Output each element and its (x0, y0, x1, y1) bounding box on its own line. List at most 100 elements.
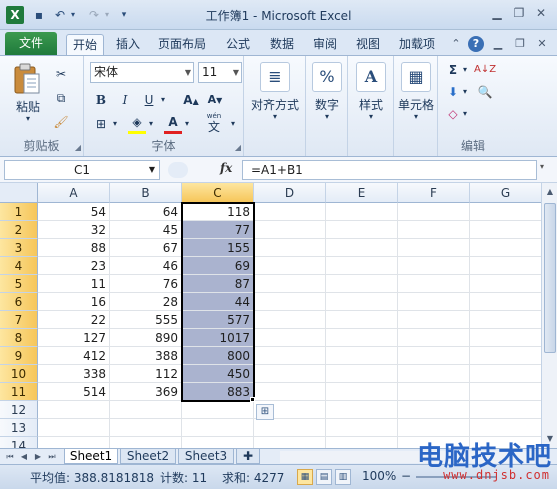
tab-insert[interactable]: 插入 (110, 34, 146, 55)
cell-e12[interactable] (326, 401, 398, 419)
cell-e8[interactable] (326, 329, 398, 347)
doc-minimize-icon[interactable]: ▁ (490, 36, 506, 52)
cells-dropdown-icon[interactable]: ▾ (410, 112, 422, 121)
select-all-corner[interactable] (0, 183, 38, 203)
close-icon[interactable]: ✕ (530, 4, 552, 22)
cell-c1[interactable]: 118 (182, 203, 254, 221)
last-sheet-icon[interactable]: ⏭ (46, 451, 58, 463)
cell-d7[interactable] (254, 311, 326, 329)
paste-dropdown-icon[interactable]: ▾ (22, 114, 34, 123)
group-alignment[interactable]: ≣ 对齐方式 ▾ (244, 56, 306, 156)
cell-g12[interactable] (470, 401, 541, 419)
cell-g11[interactable] (470, 383, 541, 401)
auto-fill-options-icon[interactable]: ⊞ (256, 404, 274, 420)
page-layout-view-icon[interactable]: ▤ (316, 469, 332, 485)
formula-bar-divider[interactable] (168, 162, 188, 178)
cell-a11[interactable]: 514 (38, 383, 110, 401)
cells-icon[interactable]: ▦ (401, 62, 431, 92)
cell-b9[interactable]: 388 (110, 347, 182, 365)
cell-c2[interactable]: 77 (182, 221, 254, 239)
format-painter-icon[interactable]: 🖌 (52, 112, 70, 132)
cell-a13[interactable] (38, 419, 110, 437)
row-header[interactable]: 5 (0, 275, 38, 293)
cell-a6[interactable]: 16 (38, 293, 110, 311)
cell-e2[interactable] (326, 221, 398, 239)
tab-data[interactable]: 数据 (262, 34, 302, 55)
cell-c12[interactable] (182, 401, 254, 419)
cut-icon[interactable]: ✂ (52, 64, 70, 84)
row-header[interactable]: 8 (0, 329, 38, 347)
cell-g4[interactable] (470, 257, 541, 275)
cell-d14[interactable] (254, 437, 326, 448)
tab-formulas[interactable]: 公式 (218, 34, 258, 55)
cell-e4[interactable] (326, 257, 398, 275)
column-header-a[interactable]: A (38, 183, 110, 203)
styles-icon[interactable]: A (356, 62, 386, 92)
cell-d10[interactable] (254, 365, 326, 383)
prev-sheet-icon[interactable]: ◀ (18, 451, 30, 463)
font-name-combo[interactable]: 宋体 ▼ (90, 62, 194, 83)
cell-e11[interactable] (326, 383, 398, 401)
expand-formula-icon[interactable]: ▾ (540, 162, 544, 171)
clipboard-launcher-icon[interactable]: ◢ (75, 143, 81, 152)
cell-e1[interactable] (326, 203, 398, 221)
cell-b13[interactable] (110, 419, 182, 437)
column-header-b[interactable]: B (110, 183, 182, 203)
cell-a1[interactable]: 54 (38, 203, 110, 221)
cell-e6[interactable] (326, 293, 398, 311)
group-cells[interactable]: ▦ 单元格 ▾ (394, 56, 438, 156)
cell-e9[interactable] (326, 347, 398, 365)
cell-d2[interactable] (254, 221, 326, 239)
borders-dropdown-icon[interactable]: ▾ (110, 114, 120, 134)
vertical-scrollbar[interactable]: ▲ ▼ (541, 183, 557, 448)
group-styles[interactable]: A 样式 ▾ (348, 56, 394, 156)
row-header[interactable]: 11 (0, 383, 38, 401)
cell-e3[interactable] (326, 239, 398, 257)
next-sheet-icon[interactable]: ▶ (32, 451, 44, 463)
cell-d1[interactable] (254, 203, 326, 221)
cell-f11[interactable] (398, 383, 470, 401)
cell-d9[interactable] (254, 347, 326, 365)
page-break-view-icon[interactable]: ▥ (335, 469, 351, 485)
fill-color-icon[interactable]: ◈ (128, 114, 146, 134)
cell-g5[interactable] (470, 275, 541, 293)
tab-home[interactable]: 开始 (66, 34, 104, 55)
tab-view[interactable]: 视图 (348, 34, 388, 55)
minimize-icon[interactable]: ▁ (486, 4, 508, 22)
font-launcher-icon[interactable]: ◢ (235, 143, 241, 152)
cell-a10[interactable]: 338 (38, 365, 110, 383)
cell-a8[interactable]: 127 (38, 329, 110, 347)
cell-f8[interactable] (398, 329, 470, 347)
cell-g6[interactable] (470, 293, 541, 311)
borders-icon[interactable]: ⊞ (92, 114, 110, 134)
cell-g10[interactable] (470, 365, 541, 383)
column-header-g[interactable]: G (470, 183, 541, 203)
cell-g3[interactable] (470, 239, 541, 257)
cell-f1[interactable] (398, 203, 470, 221)
cell-e7[interactable] (326, 311, 398, 329)
column-header-f[interactable]: F (398, 183, 470, 203)
cell-c10[interactable]: 450 (182, 365, 254, 383)
sort-filter-icon[interactable]: A↓Z (474, 60, 496, 80)
fill-handle[interactable] (250, 397, 255, 402)
column-header-c[interactable]: C (182, 183, 254, 203)
zoom-level[interactable]: 100% (362, 469, 396, 483)
formula-input[interactable]: =A1+B1 (242, 160, 537, 180)
cell-g9[interactable] (470, 347, 541, 365)
fill-dropdown-icon[interactable]: ▾ (460, 82, 470, 102)
copy-icon[interactable]: ⧉ (52, 88, 70, 108)
underline-dropdown-icon[interactable]: ▾ (158, 90, 168, 110)
cell-b7[interactable]: 555 (110, 311, 182, 329)
cell-c11[interactable]: 883 (182, 383, 254, 401)
cell-b14[interactable] (110, 437, 182, 448)
row-header[interactable]: 1 (0, 203, 38, 221)
decrease-font-icon[interactable]: A▼ (204, 90, 226, 110)
cell-c4[interactable]: 69 (182, 257, 254, 275)
minimize-ribbon-icon[interactable]: ⌃ (448, 36, 464, 52)
cell-c5[interactable]: 87 (182, 275, 254, 293)
increase-font-icon[interactable]: A▲ (180, 90, 202, 110)
cell-c9[interactable]: 800 (182, 347, 254, 365)
sheet-tab-2[interactable]: Sheet2 (120, 449, 176, 464)
tab-addins[interactable]: 加载项 (392, 34, 442, 55)
cell-c13[interactable] (182, 419, 254, 437)
